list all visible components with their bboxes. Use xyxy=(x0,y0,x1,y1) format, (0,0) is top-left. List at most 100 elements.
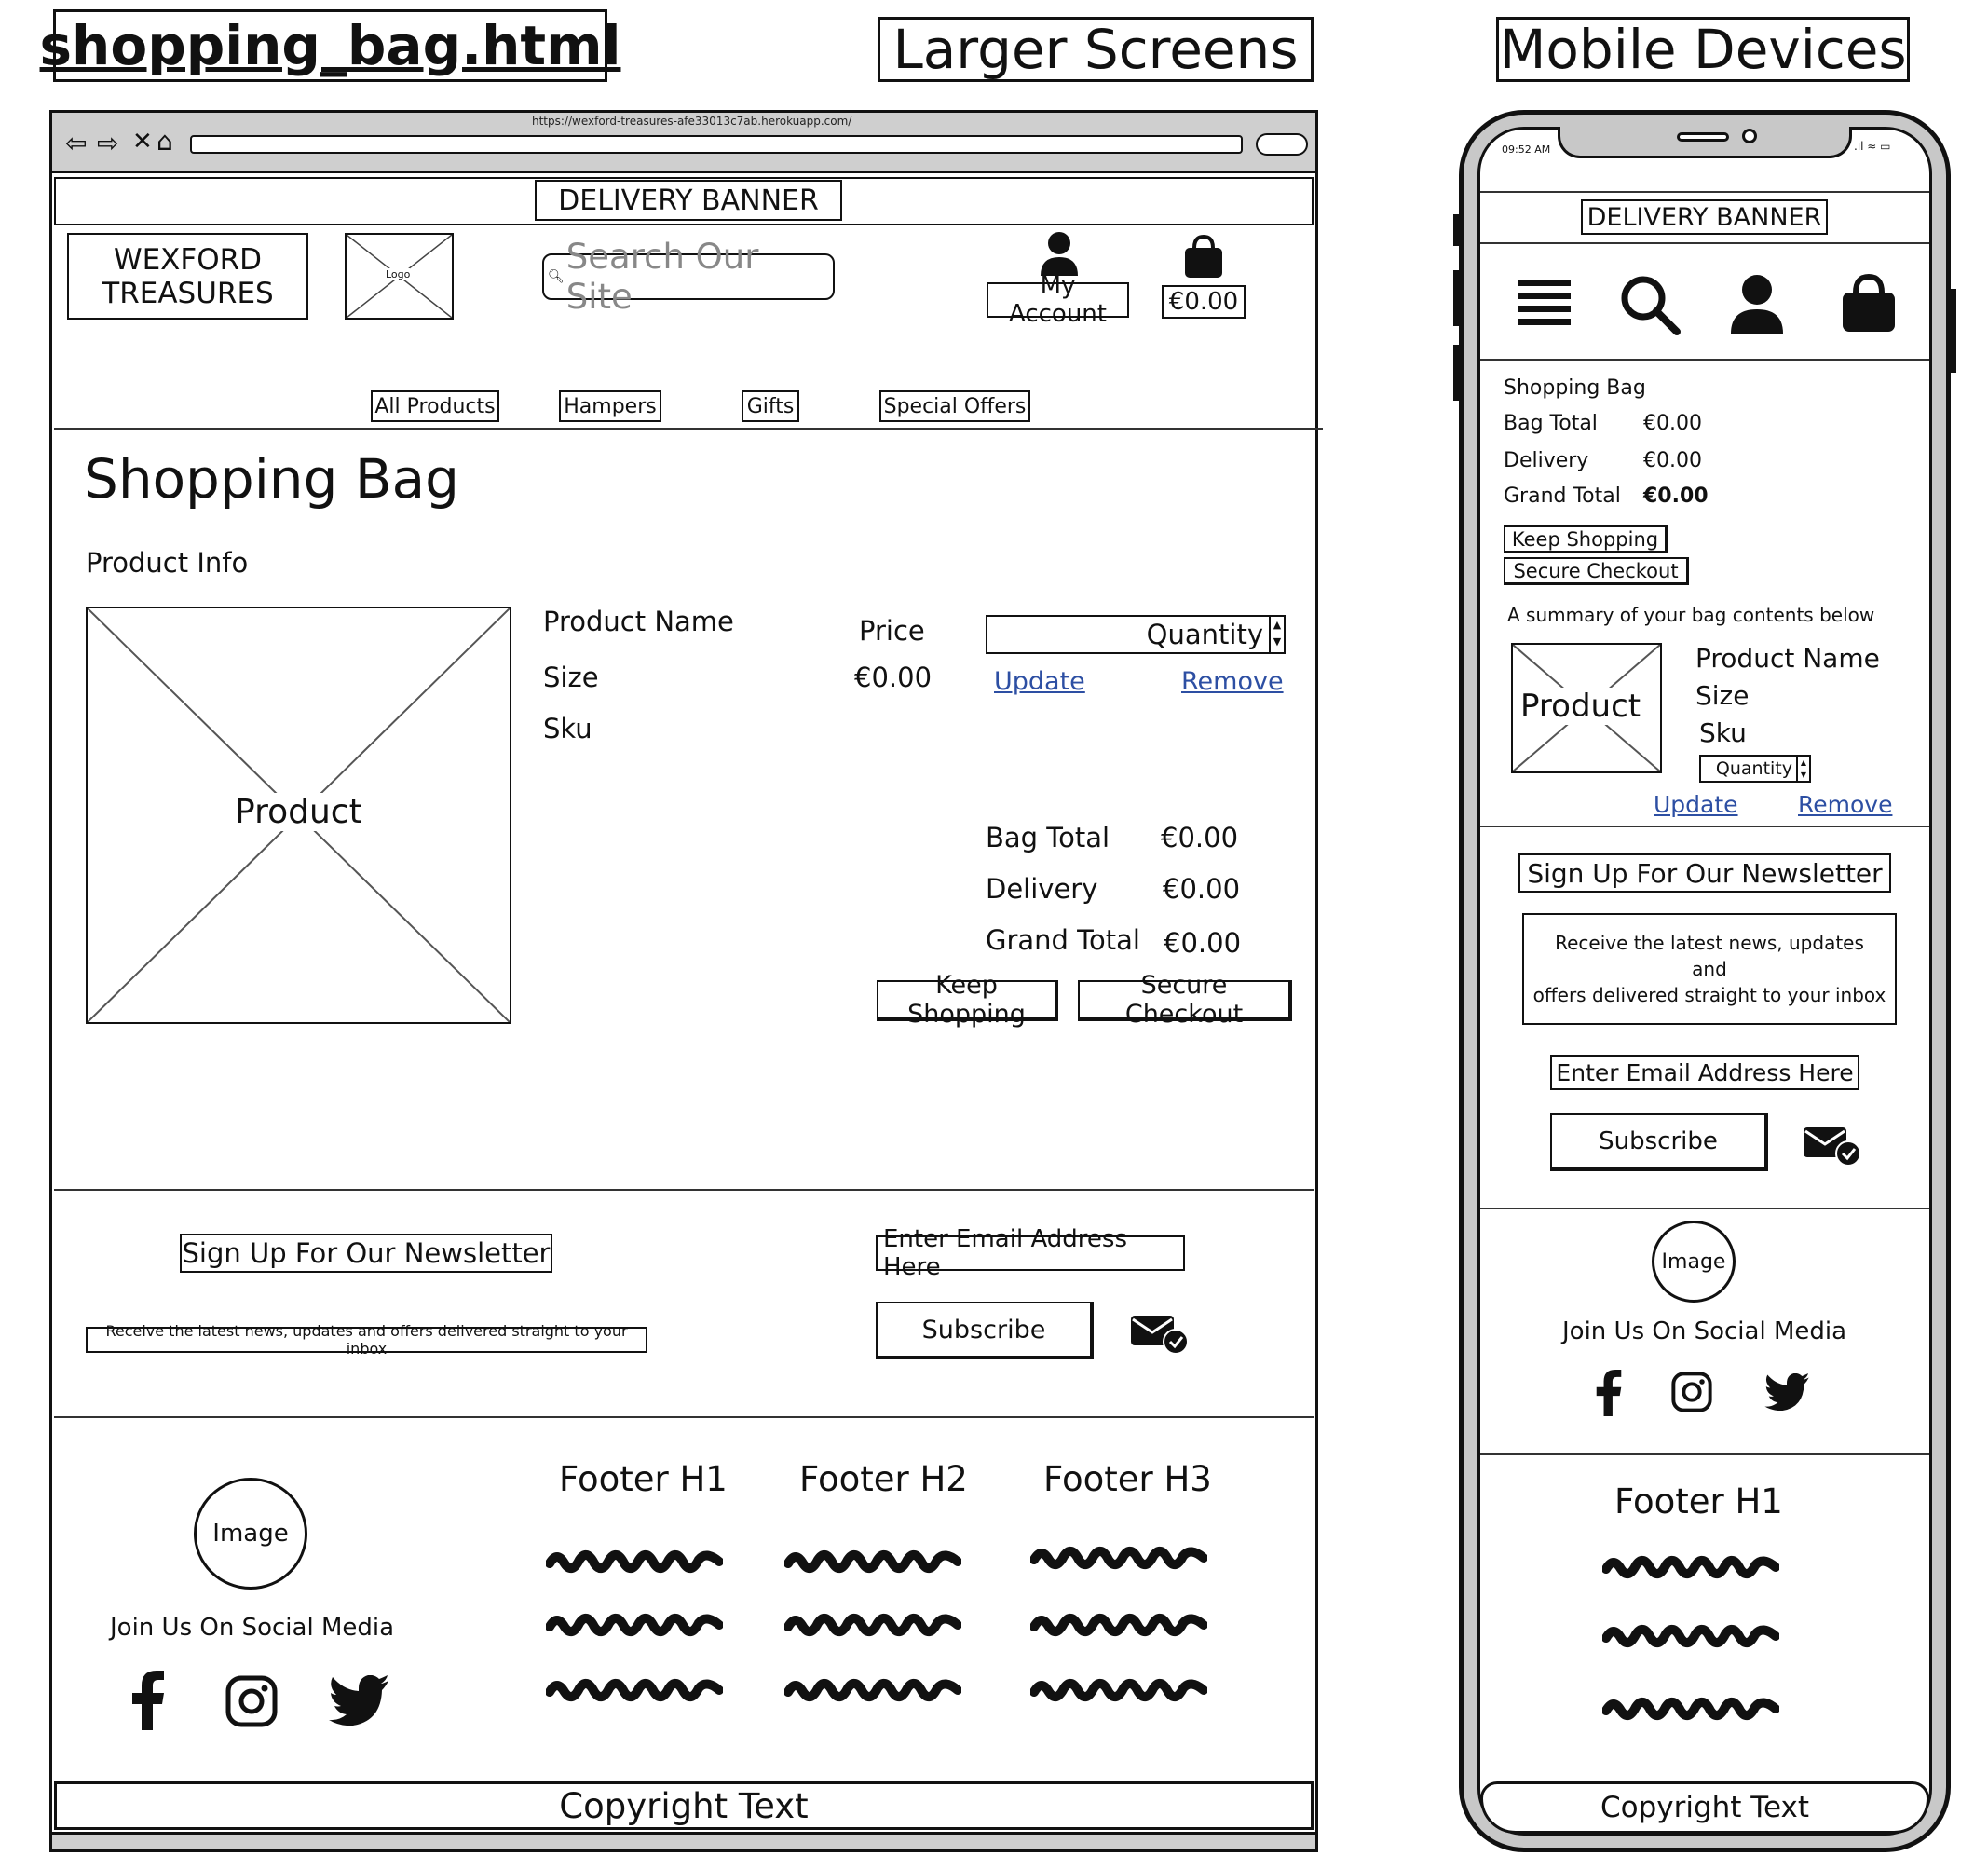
bag-icon[interactable] xyxy=(1183,235,1224,280)
copyright-text: Copyright Text xyxy=(559,1785,809,1826)
remove-link[interactable]: Remove xyxy=(1181,667,1284,696)
keep-shopping-button[interactable]: Keep Shopping xyxy=(877,971,1058,1029)
mobile-secure-checkout-label: Secure Checkout xyxy=(1513,559,1679,582)
browser-status-bar xyxy=(49,1832,1318,1852)
footer-link-placeholder xyxy=(546,1613,723,1637)
mobile-status-divider xyxy=(1480,191,1929,193)
email-field[interactable]: Enter Email Address Here xyxy=(876,1225,1185,1281)
price-heading: Price xyxy=(859,615,925,647)
mobile-search-icon[interactable] xyxy=(1619,274,1681,335)
brand-line-2: TREASURES xyxy=(102,276,274,310)
desktop-label: Larger Screens xyxy=(892,18,1299,81)
mobile-product-size: Size xyxy=(1695,680,1750,711)
phone-side-button xyxy=(1453,214,1461,246)
mobile-product-name: Product Name xyxy=(1695,643,1880,674)
mobile-subscribe-label: Subscribe xyxy=(1599,1127,1718,1155)
mobile-facebook-icon-svg xyxy=(1596,1370,1622,1416)
subscribe-button[interactable]: Subscribe xyxy=(876,1302,1094,1359)
mobile-subscribe-button[interactable]: Subscribe xyxy=(1550,1113,1768,1171)
nav-divider xyxy=(54,428,1323,430)
menu-icon[interactable] xyxy=(1517,278,1573,330)
twitter-icon[interactable] xyxy=(329,1675,388,1726)
nav-gifts[interactable]: Gifts xyxy=(742,390,799,422)
forward-icon[interactable]: ⇨ xyxy=(97,128,118,158)
mobile-instagram-icon-svg xyxy=(1671,1372,1712,1412)
brand-line-1: WEXFORD xyxy=(113,242,263,277)
phone-side-button xyxy=(1949,289,1956,373)
product-name: Product Name xyxy=(543,606,734,637)
bag-amount-text: €0.00 xyxy=(1168,288,1239,316)
desktop-label-box: Larger Screens xyxy=(878,17,1314,82)
mobile-quantity-stepper[interactable]: Quantity ▲ ▼ xyxy=(1699,755,1811,783)
mobile-copyright-bar: Copyright Text xyxy=(1480,1781,1929,1834)
grand-total-value: €0.00 xyxy=(1164,927,1242,959)
address-bar[interactable] xyxy=(190,135,1243,154)
phone-time: 09:52 AM xyxy=(1502,143,1551,156)
mobile-secure-checkout-button[interactable]: Secure Checkout xyxy=(1504,557,1689,585)
newsletter-divider xyxy=(54,1416,1314,1418)
product-image-label: Product xyxy=(231,793,366,831)
price-value: €0.00 xyxy=(854,662,933,693)
copyright-bar: Copyright Text xyxy=(54,1781,1314,1830)
update-link[interactable]: Update xyxy=(994,667,1085,696)
search-input[interactable]: 🔍︎ Search Our Site xyxy=(542,237,835,317)
quantity-stepper[interactable]: Quantity ▲ ▼ xyxy=(986,615,1286,654)
delivery-banner: DELIVERY BANNER xyxy=(535,180,842,221)
mobile-newsletter-heading-text: Sign Up For Our Newsletter xyxy=(1527,857,1883,889)
mobile-keep-shopping-label: Keep Shopping xyxy=(1511,527,1659,551)
mobile-email-field[interactable]: Enter Email Address Here xyxy=(1550,1055,1859,1090)
mobile-twitter-icon[interactable] xyxy=(1764,1373,1809,1411)
bag-icon-svg xyxy=(1185,235,1222,278)
close-icon[interactable]: ✕ xyxy=(132,128,153,156)
footer-image-label: Image xyxy=(212,1520,289,1548)
search-icon: 🔍︎ xyxy=(548,269,565,284)
mobile-product-image-label: Product xyxy=(1520,688,1641,725)
footer-h2: Footer H2 xyxy=(799,1459,968,1499)
mobile-update-link[interactable]: Update xyxy=(1654,791,1738,818)
nav-special-offers[interactable]: Special Offers xyxy=(879,390,1030,422)
mobile-account-icon[interactable] xyxy=(1729,274,1785,334)
bag-amount[interactable]: €0.00 xyxy=(1162,285,1246,319)
mobile-footer-h1: Footer H1 xyxy=(1614,1481,1783,1522)
mobile-stepper-arrows-icon[interactable]: ▲ ▼ xyxy=(1796,757,1809,781)
instagram-icon[interactable] xyxy=(225,1675,278,1727)
nav-hampers[interactable]: Hampers xyxy=(559,390,661,422)
mobile-delivery-banner-text: DELIVERY BANNER xyxy=(1586,202,1822,232)
mobile-quantity-label: Quantity xyxy=(1715,758,1792,779)
footer-link-placeholder xyxy=(784,1549,961,1574)
mobile-bag-icon[interactable] xyxy=(1841,274,1897,334)
footer-link-placeholder xyxy=(784,1613,961,1637)
secure-checkout-button[interactable]: Secure Checkout xyxy=(1078,971,1292,1029)
mobile-summary-title: Shopping Bag xyxy=(1504,376,1646,400)
mobile-header-divider xyxy=(1480,359,1929,361)
mobile-remove-link[interactable]: Remove xyxy=(1798,791,1892,818)
social-heading: Join Us On Social Media xyxy=(110,1614,395,1642)
stepper-arrows-icon[interactable]: ▲ ▼ xyxy=(1269,617,1284,652)
mobile-facebook-icon[interactable] xyxy=(1595,1370,1623,1416)
product-info-heading: Product Info xyxy=(86,547,249,579)
mobile-newsletter-line-1: Receive the latest news, updates xyxy=(1555,932,1864,954)
mobile-twitter-icon-svg xyxy=(1764,1373,1809,1411)
my-account-link[interactable]: My Account xyxy=(987,272,1129,328)
mobile-keep-shopping-button[interactable]: Keep Shopping xyxy=(1504,525,1668,553)
quantity-label: Quantity xyxy=(1146,619,1263,650)
facebook-icon[interactable] xyxy=(130,1671,166,1730)
mobile-footer-link-placeholder xyxy=(1602,1555,1779,1579)
footer-link-placeholder xyxy=(1030,1613,1207,1637)
logo-placeholder[interactable]: Logo xyxy=(345,233,454,320)
home-icon[interactable]: ⌂ xyxy=(157,126,173,157)
mobile-instagram-icon[interactable] xyxy=(1671,1372,1712,1412)
nav-hampers-label: Hampers xyxy=(564,394,657,418)
mobile-footer-link-placeholder xyxy=(1602,1624,1779,1648)
brand-box[interactable]: WEXFORD TREASURES xyxy=(67,233,308,320)
search-placeholder: Search Our Site xyxy=(565,237,759,317)
browser-search-pill[interactable] xyxy=(1256,133,1308,156)
phone-speaker xyxy=(1677,132,1729,142)
back-icon[interactable]: ⇦ xyxy=(65,128,87,158)
mobile-label-box: Mobile Devices xyxy=(1496,17,1910,82)
nav-all-products[interactable]: All Products xyxy=(371,390,499,422)
footer-link-placeholder xyxy=(784,1678,961,1702)
mobile-newsletter-line-3: offers delivered straight to your inbox xyxy=(1532,984,1886,1006)
phone-camera xyxy=(1742,129,1757,143)
account-icon[interactable] xyxy=(1039,231,1080,276)
